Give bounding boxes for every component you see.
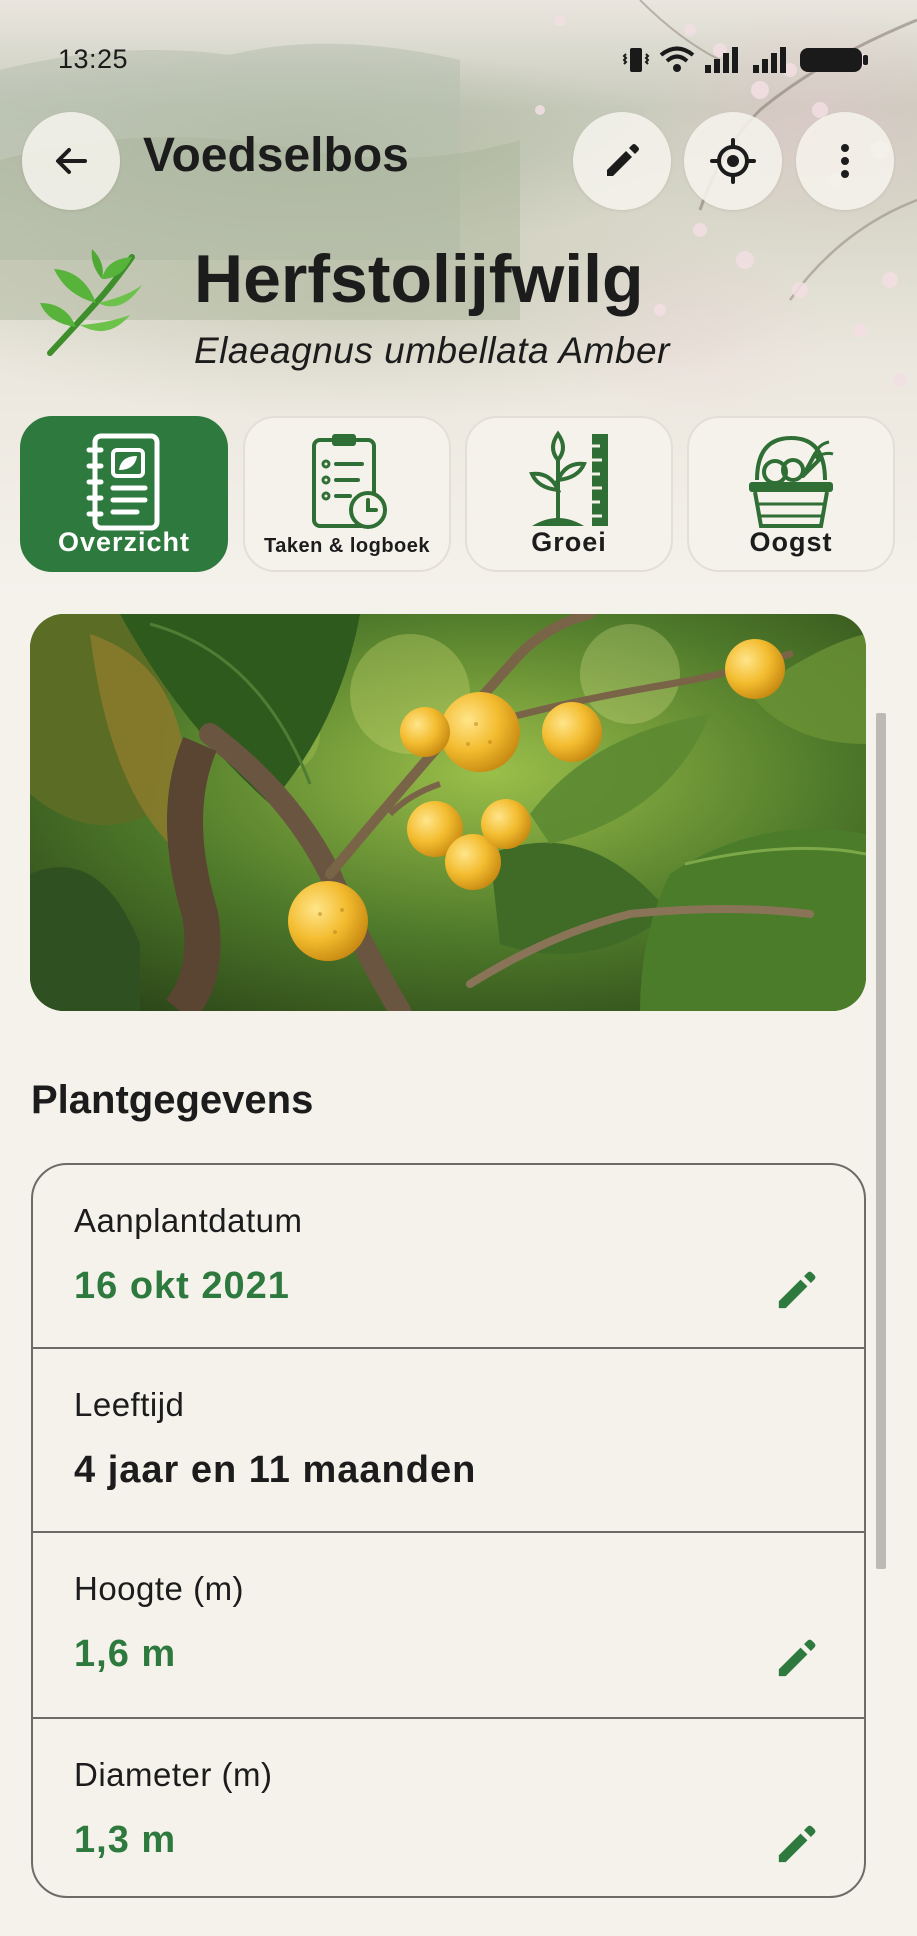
edit-diameter-button[interactable] <box>768 1817 824 1873</box>
signal-icon <box>753 47 786 73</box>
tab-taken-logboek[interactable]: Taken & logboek <box>243 416 451 572</box>
tab-label: Taken & logboek <box>263 535 431 557</box>
status-icons <box>621 44 869 76</box>
crosshair-icon <box>710 138 756 184</box>
sprout-ruler-icon <box>529 430 608 526</box>
back-button[interactable] <box>22 112 120 210</box>
signal-icon <box>705 47 738 73</box>
scrollbar[interactable] <box>876 713 886 1569</box>
detail-label: Diameter (m) <box>74 1756 273 1793</box>
pencil-icon <box>778 1271 816 1309</box>
detail-label: Leeftijd <box>74 1386 185 1423</box>
status-bar: 13:25 <box>0 0 917 120</box>
tab-oogst[interactable]: Oogst <box>687 416 895 572</box>
harvest-basket-icon <box>749 435 834 528</box>
edit-hoogte-button[interactable] <box>768 1631 824 1687</box>
detail-label: Aanplantdatum <box>74 1202 303 1239</box>
plant-photo <box>30 614 866 1011</box>
detail-row-leeftijd: Leeftijd 4 jaar en 11 maanden <box>33 1349 864 1531</box>
tab-groei[interactable]: Groei <box>465 416 673 572</box>
wifi-icon <box>659 46 695 72</box>
more-options-button[interactable] <box>796 112 894 210</box>
detail-value: 1,6 m <box>74 1633 177 1675</box>
detail-value: 4 jaar en 11 maanden <box>74 1449 477 1491</box>
edit-plant-button[interactable] <box>573 112 671 210</box>
pencil-icon <box>778 1825 816 1863</box>
more-vertical-icon <box>841 144 849 178</box>
detail-row-diameter: Diameter (m) 1,3 m <box>33 1719 864 1896</box>
edit-aanplantdatum-button[interactable] <box>768 1263 824 1319</box>
detail-row-aanplantdatum: Aanplantdatum 16 okt 2021 <box>33 1165 864 1348</box>
notebook-leaf-icon <box>86 433 160 531</box>
detail-row-hoogte: Hoogte (m) 1,6 m <box>33 1533 864 1717</box>
plant-details-card: Aanplantdatum 16 okt 2021 Leeftijd 4 jaa… <box>31 1163 866 1898</box>
plant-latin-name: Elaeagnus umbellata Amber <box>194 330 670 371</box>
clipboard-clock-icon <box>312 434 387 529</box>
detail-label: Hoogte (m) <box>74 1570 245 1607</box>
vibrate-icon <box>622 48 650 72</box>
app-title: Voedselbos <box>143 129 409 182</box>
locate-button[interactable] <box>684 112 782 210</box>
tab-overzicht[interactable]: Overzicht <box>20 416 228 572</box>
battery-icon <box>800 48 868 72</box>
section-title: Plantgegevens <box>31 1078 314 1122</box>
pencil-icon <box>607 144 639 176</box>
leaf-sprig-icon <box>40 249 142 356</box>
plant-name: Herfstolijfwilg <box>194 241 644 317</box>
detail-value: 1,3 m <box>74 1819 177 1861</box>
arrow-left-icon <box>56 148 87 174</box>
detail-value: 16 okt 2021 <box>74 1265 290 1307</box>
status-time: 13:25 <box>58 44 129 74</box>
pencil-icon <box>778 1639 816 1677</box>
